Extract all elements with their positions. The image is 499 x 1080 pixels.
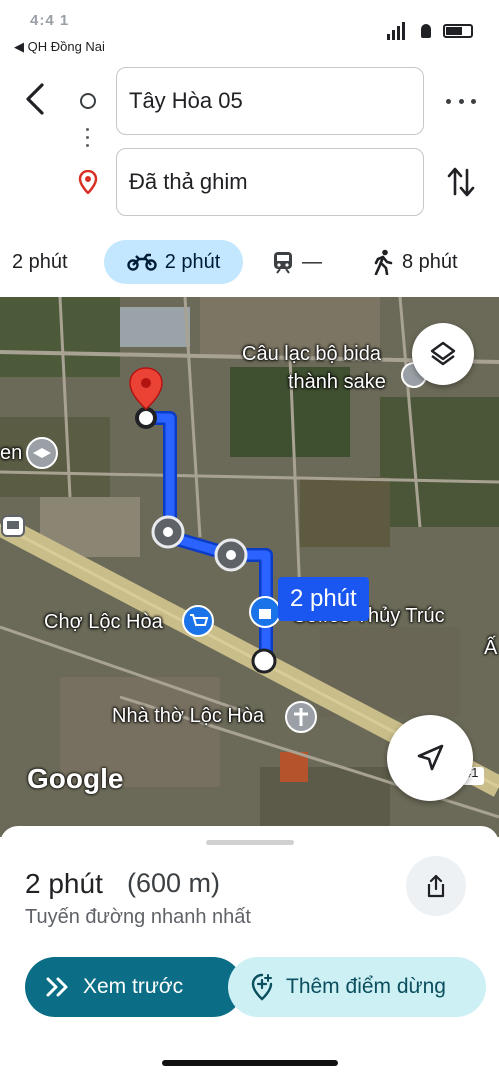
map-label-billiards-line2[interactable]: thành sake <box>288 371 386 394</box>
map-view[interactable]: Câu lạc bộ bida thành sake en Chợ Lộc Hò… <box>0 297 499 837</box>
route-distance: (600 m) <box>127 868 221 898</box>
swap-route-button[interactable] <box>446 164 476 200</box>
travel-mode-tabs: 2 phút 2 phút — 8 phút <box>0 240 499 288</box>
signal-icon <box>387 22 409 40</box>
start-navigation-button[interactable] <box>387 715 473 801</box>
walking-person-icon <box>374 249 393 275</box>
map-label-partial-right: Ấ <box>484 637 498 659</box>
add-stop-button[interactable]: Thêm điểm dừng <box>228 957 486 1017</box>
add-location-icon <box>251 973 273 1001</box>
route-description: Tuyến đường nhanh nhất <box>25 906 251 928</box>
destination-input[interactable]: Đã thả ghim <box>116 148 424 216</box>
map-layers-button[interactable] <box>412 323 474 385</box>
share-icon <box>427 874 445 898</box>
navigation-arrow-icon <box>417 744 444 771</box>
wifi-icon <box>421 24 431 38</box>
home-indicator[interactable] <box>162 1060 338 1066</box>
tab-walk[interactable]: 8 phút <box>372 240 458 284</box>
status-time: 4:4 1 <box>30 12 70 29</box>
battery-icon <box>443 24 473 38</box>
preview-button[interactable]: Xem trước <box>25 957 243 1017</box>
share-button[interactable] <box>406 856 466 916</box>
tab-drive[interactable]: 2 phút <box>12 240 68 284</box>
add-stop-button-label: Thêm điểm dừng <box>286 975 446 998</box>
back-button[interactable] <box>20 82 50 116</box>
motorbike-icon <box>126 253 157 271</box>
route-connector-dots <box>86 128 90 154</box>
origin-input[interactable]: Tây Hòa 05 <box>116 67 424 135</box>
chevron-left-icon <box>26 83 44 115</box>
tab-motorbike[interactable]: 2 phút <box>104 240 243 284</box>
google-logo: Google <box>27 763 124 794</box>
map-label-billiards-line1[interactable]: Câu lạc bộ bida <box>242 343 381 366</box>
status-icons <box>387 22 477 40</box>
destination-pin-icon <box>78 169 98 195</box>
sheet-drag-handle[interactable] <box>206 840 294 845</box>
more-options-button[interactable] <box>446 90 476 112</box>
layers-icon <box>430 341 456 366</box>
tab-drive-label: 2 phút <box>12 250 68 273</box>
double-chevron-right-icon <box>46 977 68 997</box>
tab-transit-label: — <box>302 250 322 273</box>
tab-transit[interactable]: — <box>272 240 322 284</box>
route-duration-bubble[interactable]: 2 phút <box>278 577 369 621</box>
status-bar: 4:4 1 ◀ QH Đồng Nai <box>0 0 499 58</box>
map-label-partial-left: en <box>0 442 23 464</box>
train-icon <box>274 252 292 274</box>
route-duration: 2 phút <box>25 868 103 899</box>
swap-vertical-icon <box>447 167 475 197</box>
tab-motorbike-label: 2 phút <box>164 250 221 273</box>
preview-button-label: Xem trước <box>83 975 184 998</box>
back-to-app-link[interactable]: ◀ QH Đồng Nai <box>14 39 105 55</box>
route-summary-sheet: 2 phút (600 m) Tuyến đường nhanh nhất Xe… <box>0 826 499 1080</box>
map-label-market[interactable]: Chợ Lộc Hòa <box>44 611 163 634</box>
origin-circle-icon <box>80 93 96 109</box>
tab-walk-label: 8 phút <box>402 250 458 273</box>
map-label-church[interactable]: Nhà thờ Lộc Hòa <box>112 705 264 728</box>
